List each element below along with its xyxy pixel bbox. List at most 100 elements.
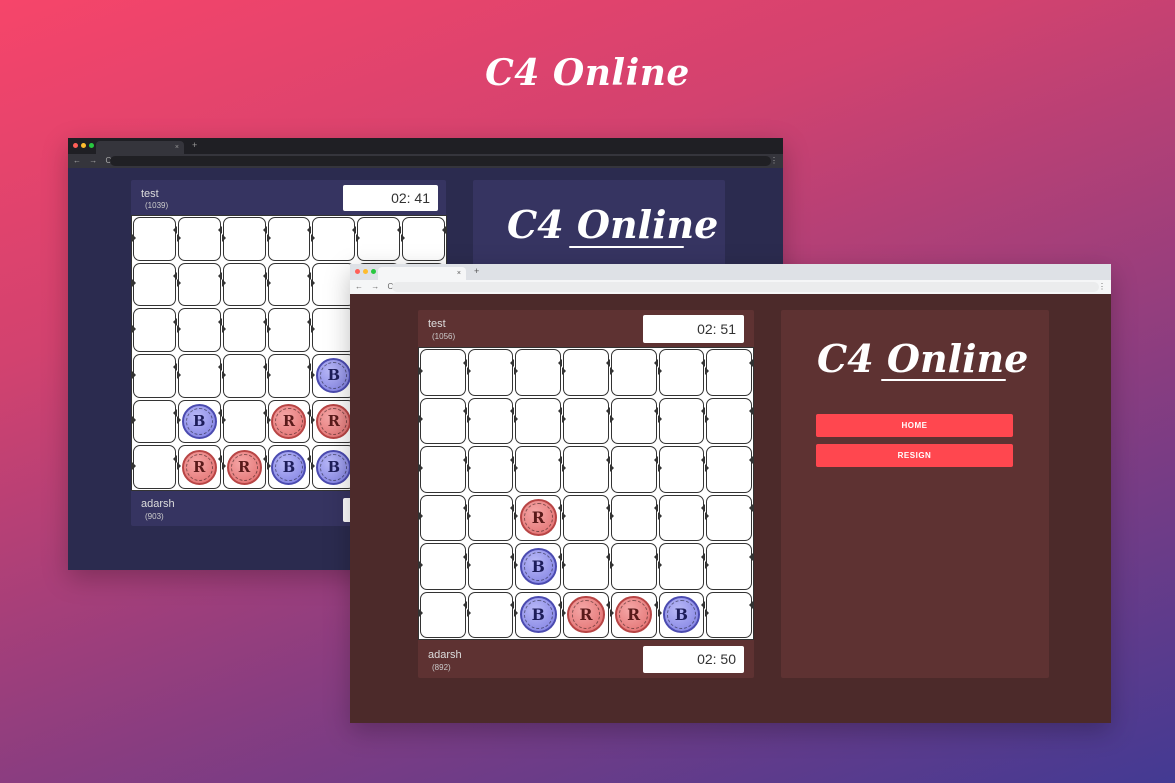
back-address-field[interactable] — [110, 156, 771, 166]
board-cell[interactable] — [562, 543, 610, 590]
board-cell[interactable] — [562, 349, 610, 396]
cell-notch — [609, 366, 614, 375]
board-cell[interactable] — [176, 308, 222, 352]
board-cell[interactable] — [266, 354, 312, 398]
home-button[interactable]: HOME — [816, 414, 1013, 437]
board-cell[interactable] — [705, 494, 753, 541]
cell-notch — [653, 407, 658, 416]
board-cell[interactable]: R — [266, 399, 312, 444]
board-cell[interactable]: R — [609, 591, 658, 638]
board-cell[interactable] — [132, 399, 177, 444]
board-cell[interactable] — [221, 217, 267, 261]
board-cell[interactable] — [266, 217, 312, 261]
board-cell[interactable] — [466, 446, 515, 493]
board-cell[interactable]: B — [311, 445, 357, 489]
board-cell[interactable] — [705, 397, 753, 444]
board-cell[interactable] — [221, 262, 267, 307]
board-cell[interactable] — [466, 543, 515, 590]
new-tab-icon[interactable]: + — [474, 266, 479, 276]
board-cell[interactable] — [132, 445, 177, 489]
front-game-board[interactable]: RBBRRB — [418, 347, 754, 640]
front-browser-tab[interactable]: × — [378, 267, 466, 280]
maximize-dot-icon[interactable] — [89, 143, 94, 148]
board-cell[interactable]: B — [657, 591, 706, 638]
board-cell[interactable]: B — [176, 399, 222, 444]
board-cell[interactable]: R — [311, 399, 357, 444]
board-cell[interactable] — [466, 591, 515, 638]
board-cell[interactable] — [311, 217, 357, 261]
close-dot-icon[interactable] — [73, 143, 78, 148]
minimize-dot-icon[interactable] — [363, 269, 368, 274]
board-cell[interactable] — [221, 399, 267, 444]
back-window-controls[interactable] — [73, 143, 94, 148]
board-cell[interactable]: B — [311, 354, 357, 398]
board-cell[interactable] — [419, 349, 467, 396]
tab-close-icon[interactable]: × — [175, 144, 179, 151]
board-cell[interactable] — [132, 354, 177, 398]
board-cell[interactable] — [609, 543, 658, 590]
board-cell[interactable] — [419, 446, 467, 493]
browser-menu-icon[interactable]: ⋮ — [770, 154, 778, 168]
board-cell[interactable]: B — [514, 591, 563, 638]
board-cell[interactable] — [609, 397, 658, 444]
board-cell[interactable] — [609, 446, 658, 493]
board-cell[interactable] — [705, 591, 753, 638]
board-cell[interactable] — [657, 446, 706, 493]
cell-notch — [657, 609, 662, 618]
board-cell[interactable] — [657, 543, 706, 590]
board-cell[interactable] — [176, 217, 222, 261]
board-cell[interactable] — [132, 262, 177, 307]
board-cell[interactable] — [311, 308, 357, 352]
resign-button[interactable]: RESIGN — [816, 444, 1013, 467]
board-cell[interactable]: B — [514, 543, 563, 590]
board-cell[interactable] — [221, 354, 267, 398]
board-cell[interactable] — [419, 494, 467, 541]
board-cell[interactable] — [176, 262, 222, 307]
board-cell[interactable] — [514, 349, 563, 396]
browser-menu-icon[interactable]: ⋮ — [1098, 280, 1106, 294]
board-cell[interactable] — [705, 446, 753, 493]
new-tab-icon[interactable]: + — [192, 140, 197, 150]
back-browser-tab[interactable]: × — [96, 141, 184, 154]
board-cell[interactable] — [356, 217, 402, 261]
board-cell[interactable] — [266, 262, 312, 307]
board-cell[interactable] — [419, 543, 467, 590]
tab-close-icon[interactable]: × — [457, 270, 461, 277]
board-cell[interactable]: R — [176, 445, 222, 489]
close-dot-icon[interactable] — [355, 269, 360, 274]
board-cell[interactable]: B — [266, 445, 312, 489]
board-cell[interactable]: R — [514, 494, 563, 541]
board-cell[interactable] — [657, 397, 706, 444]
board-cell[interactable] — [466, 349, 515, 396]
front-window-controls[interactable] — [355, 269, 376, 274]
board-cell[interactable] — [514, 446, 563, 493]
board-cell[interactable] — [419, 397, 467, 444]
board-cell[interactable] — [562, 397, 610, 444]
board-cell[interactable] — [514, 397, 563, 444]
front-address-field[interactable] — [392, 282, 1099, 292]
board-cell[interactable] — [311, 262, 357, 307]
board-cell[interactable]: R — [221, 445, 267, 489]
board-cell[interactable] — [657, 494, 706, 541]
board-cell[interactable] — [266, 308, 312, 352]
board-cell[interactable] — [609, 349, 658, 396]
board-cell[interactable] — [562, 446, 610, 493]
board-cell[interactable] — [132, 308, 177, 352]
board-cell[interactable] — [705, 543, 753, 590]
maximize-dot-icon[interactable] — [371, 269, 376, 274]
board-cell[interactable]: R — [562, 591, 610, 638]
board-cell[interactable] — [132, 217, 177, 261]
board-cell[interactable] — [221, 308, 267, 352]
minimize-dot-icon[interactable] — [81, 143, 86, 148]
nav-arrows-icon[interactable]: ← → C — [73, 154, 114, 168]
board-cell[interactable] — [562, 494, 610, 541]
board-cell[interactable] — [401, 217, 446, 261]
board-cell[interactable] — [419, 591, 467, 638]
board-cell[interactable] — [705, 349, 753, 396]
nav-arrows-icon[interactable]: ← → C — [355, 280, 396, 294]
board-cell[interactable] — [466, 494, 515, 541]
board-cell[interactable] — [657, 349, 706, 396]
board-cell[interactable] — [466, 397, 515, 444]
board-cell[interactable] — [609, 494, 658, 541]
board-cell[interactable] — [176, 354, 222, 398]
